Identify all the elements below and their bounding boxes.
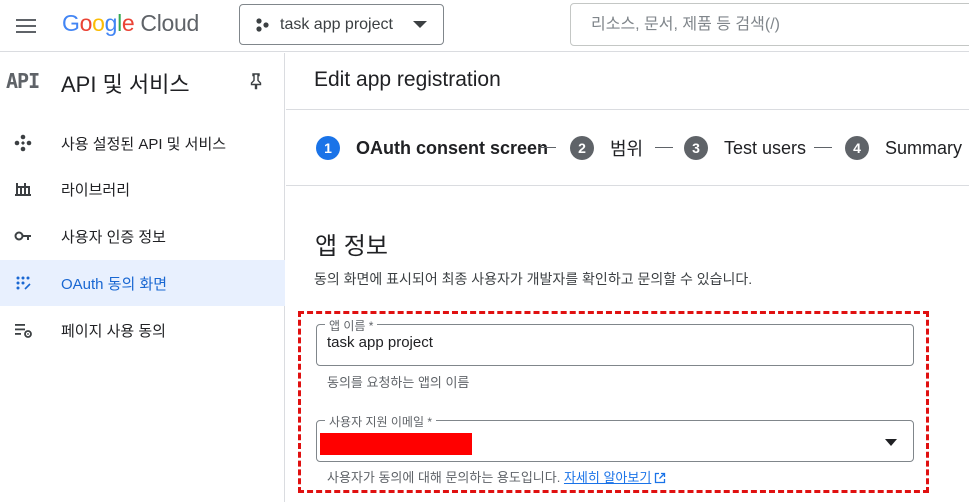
step-scopes[interactable]: 2 범위 <box>570 135 643 161</box>
chevron-down-icon <box>413 21 427 28</box>
step-oauth-consent[interactable]: 1 OAuth consent screen <box>316 135 548 161</box>
dropdown-arrow-icon[interactable] <box>885 439 897 446</box>
project-name: task app project <box>280 15 393 33</box>
sidebar-item-label: OAuth 동의 화면 <box>61 275 168 293</box>
key-icon <box>14 231 31 241</box>
app-name-field[interactable]: 앱 이름 * <box>316 317 914 366</box>
step-label: Summary <box>885 137 963 158</box>
step-separator <box>538 147 556 148</box>
stepper: 1 OAuth consent screen 2 범위 3 Test users… <box>316 135 969 161</box>
settings-list-icon <box>15 324 32 338</box>
divider <box>286 185 969 186</box>
page-title: Edit app registration <box>314 68 501 91</box>
app-name-hint: 동의를 요청하는 앱의 이름 <box>327 375 470 390</box>
step-number: 4 <box>845 136 869 160</box>
sidebar-item-page-usage[interactable]: 페이지 사용 동의 <box>0 307 285 353</box>
sidebar-title: API 및 서비스 <box>61 72 190 97</box>
step-label: 범위 <box>610 139 644 159</box>
pin-icon[interactable] <box>247 72 265 90</box>
sidebar-item-credentials[interactable]: 사용자 인증 정보 <box>0 213 285 259</box>
project-icon <box>256 17 269 32</box>
sidebar-item-oauth-consent[interactable]: OAuth 동의 화면 <box>0 260 285 306</box>
redacted-email <box>320 433 472 455</box>
step-separator <box>655 147 673 148</box>
menu-icon[interactable] <box>14 14 38 38</box>
step-label: OAuth consent screen <box>356 137 549 158</box>
sidebar-item-label: 페이지 사용 동의 <box>61 322 166 340</box>
sidebar-item-enabled-apis[interactable]: 사용 설정된 API 및 서비스 <box>0 120 285 166</box>
step-summary[interactable]: 4 Summary <box>845 135 962 161</box>
external-link-icon[interactable] <box>654 472 666 484</box>
search-input[interactable] <box>591 15 951 34</box>
google-cloud-logo[interactable]: Google Cloud <box>62 10 199 37</box>
sidebar-item-library[interactable]: 라이브러리 <box>0 166 285 212</box>
search-bar[interactable] <box>570 3 969 46</box>
step-separator <box>814 147 832 148</box>
sidebar-item-label: 사용자 인증 정보 <box>61 228 166 246</box>
support-email-select[interactable]: 사용자 지원 이메일 * <box>316 413 914 462</box>
support-email-label: 사용자 지원 이메일 * <box>325 413 436 430</box>
step-test-users[interactable]: 3 Test users <box>684 135 806 161</box>
library-icon <box>15 183 31 196</box>
support-email-hint: 사용자가 동의에 대해 문의하는 용도입니다. 자세히 알아보기 <box>327 467 666 486</box>
app-name-label: 앱 이름 * <box>325 317 378 334</box>
api-diamond-icon <box>14 134 32 152</box>
step-number: 3 <box>684 136 708 160</box>
top-bar: Google Cloud task app project <box>0 0 969 52</box>
app-name-input[interactable] <box>327 334 897 351</box>
support-email-hint-text: 사용자가 동의에 대해 문의하는 용도입니다. <box>327 470 561 485</box>
sidebar-item-label: 사용 설정된 API 및 서비스 <box>61 135 227 153</box>
project-picker[interactable]: task app project <box>239 4 444 45</box>
main-content: Edit app registration 1 OAuth consent sc… <box>286 53 969 502</box>
section-title: 앱 정보 <box>315 233 388 260</box>
divider <box>286 109 969 110</box>
step-label: Test users <box>724 137 807 158</box>
api-logo: API <box>6 69 40 93</box>
learn-more-link[interactable]: 자세히 알아보기 <box>564 470 651 485</box>
section-description: 동의 화면에 표시되어 최종 사용자가 개발자를 확인하고 문의할 수 있습니다… <box>314 271 753 287</box>
oauth-dots-icon <box>16 276 31 290</box>
step-number: 1 <box>316 136 340 160</box>
step-number: 2 <box>570 136 594 160</box>
sidebar-header: API API 및 서비스 <box>0 53 285 108</box>
sidebar: API API 및 서비스 사용 설정된 API 및 서비스 라이브러리 사용자… <box>0 53 285 502</box>
sidebar-item-label: 라이브러리 <box>61 181 131 199</box>
